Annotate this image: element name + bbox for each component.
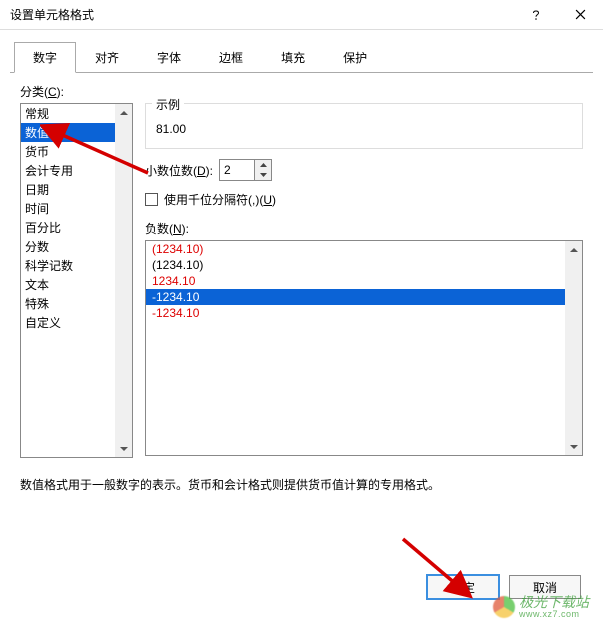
neg-option-2[interactable]: 1234.10 [146, 273, 582, 289]
chevron-down-icon [120, 445, 128, 453]
chevron-up-icon [120, 109, 128, 117]
neg-option-0[interactable]: (1234.10) [146, 241, 582, 257]
negatives-scrollbar[interactable] [565, 241, 582, 455]
thousands-label[interactable]: 使用千位分隔符(,)(U) [164, 191, 276, 208]
category-listbox[interactable]: 常规 数值 货币 会计专用 日期 时间 百分比 分数 科学记数 文本 特殊 自定… [20, 103, 133, 458]
window-title: 设置单元格格式 [10, 6, 513, 23]
example-legend: 示例 [152, 96, 184, 113]
tab-border[interactable]: 边框 [200, 42, 262, 73]
cancel-button[interactable]: 取消 [509, 575, 581, 599]
titlebar: 设置单元格格式 [0, 0, 603, 30]
scroll-up-button[interactable] [115, 104, 132, 121]
chevron-down-icon [260, 173, 267, 177]
number-settings: 示例 81.00 小数位数(D): 使用千位分隔符(,)( [145, 103, 583, 458]
scroll-down-button[interactable] [115, 440, 132, 457]
category-label: 分类(C): [20, 83, 583, 100]
main-row: 常规 数值 货币 会计专用 日期 时间 百分比 分数 科学记数 文本 特殊 自定… [20, 103, 583, 458]
scroll-down-button[interactable] [565, 438, 582, 455]
spinner-up[interactable] [255, 160, 271, 170]
thousands-row: 使用千位分隔符(,)(U) [145, 191, 583, 208]
tab-label: 对齐 [95, 51, 119, 65]
tab-label: 字体 [157, 51, 181, 65]
decimal-label: 小数位数(D): [145, 162, 213, 179]
decimal-spinner[interactable] [219, 159, 272, 181]
dialog-buttons: 确定 取消 [427, 575, 581, 599]
help-icon [531, 10, 541, 20]
tab-label: 填充 [281, 51, 305, 65]
tab-label: 保护 [343, 51, 367, 65]
category-scrollbar[interactable] [115, 104, 132, 457]
neg-option-1[interactable]: (1234.10) [146, 257, 582, 273]
tab-font[interactable]: 字体 [138, 42, 200, 73]
tab-label: 边框 [219, 51, 243, 65]
description-text: 数值格式用于一般数字的表示。货币和会计格式则提供货币值计算的专用格式。 [20, 476, 583, 493]
decimal-row: 小数位数(D): [145, 159, 583, 181]
chevron-up-icon [570, 246, 578, 254]
tab-label: 数字 [33, 51, 57, 65]
close-icon [575, 9, 586, 20]
decimal-input[interactable] [220, 160, 254, 180]
scroll-up-button[interactable] [565, 241, 582, 258]
scrollbar-track[interactable] [115, 121, 132, 440]
tab-protection[interactable]: 保护 [324, 42, 386, 73]
help-button[interactable] [513, 0, 558, 30]
scrollbar-track[interactable] [565, 258, 582, 438]
watermark-url: www.xz7.com [519, 609, 589, 619]
close-button[interactable] [558, 0, 603, 30]
spinner-buttons [254, 160, 271, 180]
example-box: 示例 81.00 [145, 103, 583, 149]
negatives-label: 负数(N): [145, 220, 583, 237]
neg-option-3[interactable]: -1234.10 [146, 289, 582, 305]
example-value: 81.00 [156, 122, 572, 136]
tab-fill[interactable]: 填充 [262, 42, 324, 73]
ok-button[interactable]: 确定 [427, 575, 499, 599]
spinner-down[interactable] [255, 170, 271, 180]
negatives-listbox[interactable]: (1234.10) (1234.10) 1234.10 -1234.10 -12… [145, 240, 583, 456]
tab-number[interactable]: 数字 [14, 42, 76, 73]
chevron-up-icon [260, 163, 267, 167]
watermark-logo-icon [493, 596, 515, 618]
thousands-checkbox[interactable] [145, 193, 158, 206]
tab-bar: 数字 对齐 字体 边框 填充 保护 [0, 42, 603, 73]
tab-panel-number: 分类(C): 常规 数值 货币 会计专用 日期 时间 百分比 分数 科学记数 文… [0, 73, 603, 493]
chevron-down-icon [570, 443, 578, 451]
tab-alignment[interactable]: 对齐 [76, 42, 138, 73]
neg-option-4[interactable]: -1234.10 [146, 305, 582, 321]
